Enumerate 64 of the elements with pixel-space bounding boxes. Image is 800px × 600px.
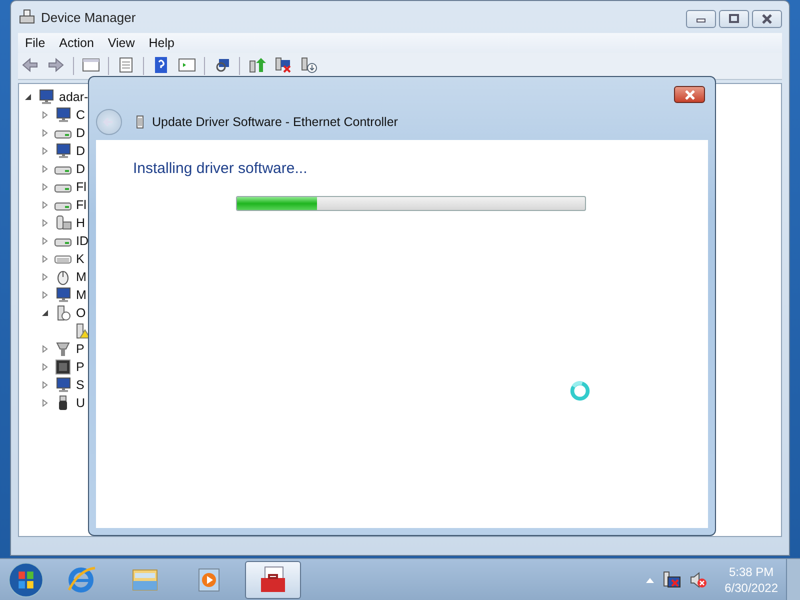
expand-arrow-icon[interactable] xyxy=(41,255,49,263)
computer-icon xyxy=(54,377,72,393)
menu-item[interactable]: Action xyxy=(52,36,101,50)
tree-item[interactable]: S xyxy=(74,378,84,392)
tree-item[interactable]: U xyxy=(74,396,86,410)
expand-arrow-icon[interactable] xyxy=(41,291,49,299)
tree-item[interactable]: M xyxy=(74,288,86,302)
tree-item[interactable]: K xyxy=(74,252,84,266)
hid-device-icon xyxy=(54,215,72,231)
expand-arrow-icon[interactable] xyxy=(41,237,49,245)
back-button[interactable] xyxy=(96,109,122,135)
taskbar-button[interactable] xyxy=(245,560,301,598)
tree-item[interactable]: adar- xyxy=(57,90,88,104)
tree-item[interactable]: D xyxy=(74,162,86,176)
tree-item[interactable]: P xyxy=(74,360,84,374)
expand-arrow-icon[interactable] xyxy=(41,363,49,371)
tree-item[interactable]: ID xyxy=(74,234,88,248)
computer-icon xyxy=(54,107,72,123)
expand-arrow-icon[interactable] xyxy=(41,381,49,389)
expand-arrow-icon[interactable] xyxy=(41,219,49,227)
window-title: Device Manager xyxy=(41,10,136,24)
expand-arrow-icon[interactable] xyxy=(41,273,49,281)
start-button[interactable] xyxy=(7,560,45,598)
tree-item[interactable]: Fl xyxy=(74,198,86,212)
computer-icon xyxy=(18,9,36,25)
speaker-icon[interactable] xyxy=(688,570,707,588)
expand-arrow-icon[interactable] xyxy=(41,201,49,209)
expand-arrow-icon[interactable] xyxy=(41,129,49,137)
tree-item[interactable]: D xyxy=(74,126,86,140)
collapse-arrow-icon[interactable] xyxy=(24,93,32,101)
expand-arrow-icon[interactable] xyxy=(41,147,49,155)
dialog-title: Update Driver Software - Ethernet Controller xyxy=(152,115,398,129)
expand-arrow-icon[interactable] xyxy=(41,183,49,191)
menu-item[interactable]: View xyxy=(100,36,142,50)
computer-icon xyxy=(37,89,55,105)
tree-item[interactable]: P xyxy=(74,342,84,356)
collapse-arrow-icon[interactable] xyxy=(41,309,49,317)
expand-arrow-icon[interactable] xyxy=(41,399,49,407)
close-button[interactable] xyxy=(674,86,705,103)
expand-arrow-icon[interactable] xyxy=(41,111,49,119)
tree-item[interactable]: H xyxy=(74,216,86,230)
monitor-icon xyxy=(54,143,72,159)
document-icon xyxy=(117,57,135,73)
close-button[interactable] xyxy=(752,10,782,28)
network-adapter-icon xyxy=(136,115,144,129)
tree-item[interactable]: M xyxy=(74,270,86,284)
expand-arrow-icon[interactable] xyxy=(41,345,49,353)
status-heading: Installing driver software... xyxy=(133,160,308,177)
tree-item[interactable]: O xyxy=(74,306,86,320)
help-icon xyxy=(152,57,170,73)
minimize-button[interactable] xyxy=(686,10,716,28)
maximize-button[interactable] xyxy=(719,10,749,28)
menu-item[interactable]: Help xyxy=(142,36,182,50)
network-icon[interactable] xyxy=(662,570,681,588)
show-hidden-icons-button[interactable] xyxy=(644,576,655,582)
tree-item[interactable]: C xyxy=(74,108,86,122)
monitor-icon xyxy=(54,287,72,303)
tree-item[interactable]: D xyxy=(74,144,86,158)
expand-arrow-icon[interactable] xyxy=(41,165,49,173)
port-icon xyxy=(54,341,72,357)
tree-item[interactable]: Fl xyxy=(74,180,86,194)
show-desktop-button[interactable] xyxy=(786,559,800,600)
chip-icon xyxy=(54,359,72,375)
menu-item[interactable]: File xyxy=(18,36,52,50)
